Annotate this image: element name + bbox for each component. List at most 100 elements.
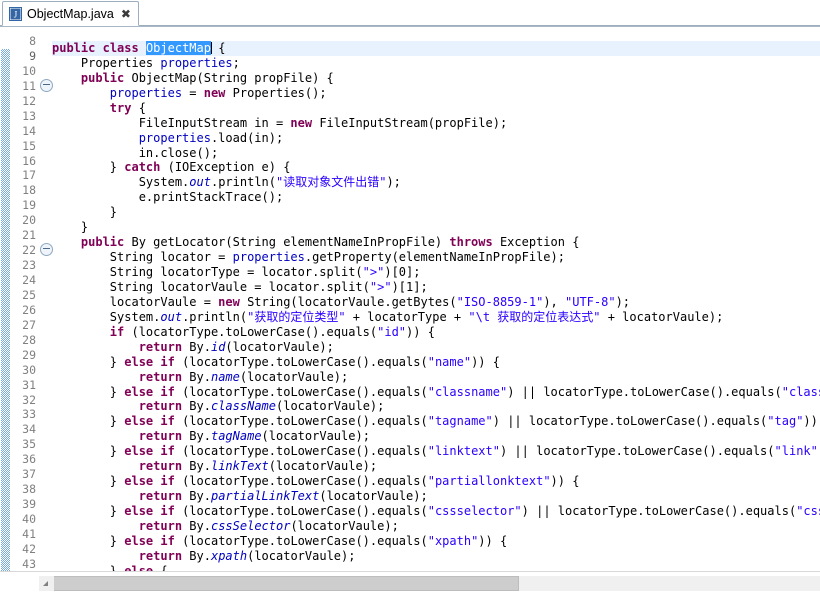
- editor-tab-label: ObjectMap.java: [27, 6, 114, 21]
- code-line[interactable]: String locatorType = locator.split(">")[…: [52, 265, 820, 280]
- code-token: By.: [182, 399, 211, 414]
- line-number: 24: [22, 273, 36, 287]
- line-number: 35: [22, 437, 36, 452]
- code-line[interactable]: } else if (locatorType.toLowerCase().equ…: [52, 414, 820, 429]
- code-line[interactable]: return By.linkText(locatorVaule);: [52, 459, 820, 474]
- line-number: 11: [22, 78, 36, 93]
- code-line[interactable]: [52, 27, 820, 41]
- code-line[interactable]: return By.className(locatorVaule);: [52, 399, 820, 414]
- code-token: )) {: [478, 533, 508, 548]
- fold-marker-empty: [40, 333, 52, 348]
- code-token: {: [210, 40, 226, 55]
- code-line[interactable]: System.out.println("读取对象文件出错");: [52, 175, 820, 190]
- code-line[interactable]: } catch (IOException e) {: [52, 160, 820, 175]
- code-line[interactable]: e.printStackTrace();: [52, 190, 820, 205]
- code-line[interactable]: return By.id(locatorVaule);: [52, 340, 820, 355]
- fold-collapse-icon[interactable]: [40, 243, 53, 258]
- line-number: 10: [22, 63, 36, 78]
- code-token: System.: [52, 175, 190, 190]
- horizontal-scrollbar[interactable]: [0, 571, 820, 596]
- code-token: new: [218, 294, 240, 309]
- code-line[interactable]: properties = new Properties();: [52, 86, 820, 101]
- fold-marker-empty: [40, 154, 52, 169]
- code-line[interactable]: } else if (locatorType.toLowerCase().equ…: [52, 385, 820, 400]
- code-line[interactable]: public By getLocator(String elementNameI…: [52, 235, 820, 250]
- code-line[interactable]: } else if (locatorType.toLowerCase().equ…: [52, 444, 820, 459]
- code-token: if: [109, 324, 125, 339]
- close-icon[interactable]: ✖: [119, 8, 131, 20]
- code-token: (locatorVaule);: [268, 459, 378, 474]
- scrollbar-thumb[interactable]: [39, 576, 519, 591]
- code-token: (locatorVaule);: [276, 399, 385, 414]
- code-text-area[interactable]: import java.io.FileInputStream; public c…: [52, 27, 820, 572]
- code-token: properties: [138, 130, 211, 145]
- line-number: 40: [22, 512, 36, 526]
- code-line[interactable]: if (locatorType.toLowerCase().equals("id…: [52, 325, 820, 340]
- java-source-editor[interactable]: 8 9 10 11 12 13 14 15 16 17 18 19 20 21 22 23 24 25 26 27 28…: [0, 27, 820, 596]
- fold-collapse-icon[interactable]: [40, 78, 53, 94]
- code-token: By.: [182, 548, 211, 563]
- code-token: else: [124, 533, 154, 548]
- code-line[interactable]: return By.xpath(locatorVaule);: [52, 549, 820, 564]
- line-number: 23: [22, 258, 36, 273]
- code-token: + locatorVaule);: [600, 309, 724, 324]
- line-number: 12: [22, 93, 36, 108]
- code-line[interactable]: public ObjectMap(String propFile) {: [52, 71, 820, 86]
- code-token: ">": [369, 279, 392, 294]
- code-token: ),: [543, 294, 565, 309]
- code-token: else: [124, 474, 154, 489]
- code-line[interactable]: }: [52, 220, 820, 235]
- code-token: properties: [160, 55, 233, 70]
- code-token: return: [138, 339, 183, 354]
- code-token: (locatorVaule);: [261, 429, 370, 444]
- code-line[interactable]: } else if (locatorType.toLowerCase().equ…: [52, 474, 820, 489]
- code-token: "class": [781, 384, 820, 399]
- code-line[interactable]: } else if (locatorType.toLowerCase().equ…: [52, 355, 820, 370]
- code-token: }: [52, 414, 125, 429]
- fold-marker-empty: [40, 213, 52, 228]
- code-line[interactable]: return By.name(locatorVaule);: [52, 370, 820, 385]
- code-line[interactable]: return By.tagName(locatorVaule);: [52, 429, 820, 444]
- code-token: "tagname": [427, 414, 493, 429]
- line-number: 17: [22, 168, 36, 183]
- change-bar: [1, 27, 10, 572]
- code-line[interactable]: String locatorVaule = locator.split(">")…: [52, 280, 820, 295]
- code-token: in.close();: [52, 145, 219, 160]
- code-line[interactable]: }: [52, 205, 820, 220]
- code-token: "xpath": [427, 533, 479, 548]
- line-number: 34: [22, 422, 36, 437]
- code-token: );: [386, 175, 401, 190]
- code-line[interactable]: in.close();: [52, 146, 820, 161]
- code-token: }: [52, 160, 125, 175]
- change-bar-gap: [1, 27, 10, 49]
- code-line[interactable]: } else if (locatorType.toLowerCase().equ…: [52, 504, 820, 519]
- scrollbar-track[interactable]: [39, 576, 820, 591]
- code-line[interactable]: properties.load(in);: [52, 131, 820, 146]
- fold-marker-empty: [40, 139, 52, 154]
- code-token: By.: [182, 369, 211, 384]
- line-number: 39: [22, 497, 36, 512]
- code-line[interactable]: public class ObjectMap {: [52, 40, 820, 56]
- code-line[interactable]: FileInputStream in = new FileInputStream…: [52, 116, 820, 131]
- folding-ruler[interactable]: [40, 27, 53, 572]
- code-token: {: [131, 100, 146, 115]
- code-line[interactable]: Properties properties;: [52, 56, 820, 71]
- code-line[interactable]: String locator = properties.getProperty(…: [52, 250, 820, 265]
- code-token: (locatorVaule);: [247, 548, 356, 563]
- code-line[interactable]: try {: [52, 101, 820, 116]
- code-token: (locatorType.toLowerCase().equals(: [174, 533, 428, 548]
- code-token: (locatorType.toLowerCase().equals(: [174, 504, 428, 518]
- code-line[interactable]: System.out.println("获取的定位类型" + locatorTy…: [52, 310, 820, 325]
- editor-tab-objectmap-java[interactable]: J ObjectMap.java ✖: [2, 1, 139, 26]
- code-token: )) {: [406, 324, 435, 339]
- code-token: try: [109, 100, 132, 115]
- code-line[interactable]: return By.cssSelector(locatorVaule);: [52, 519, 820, 534]
- code-line[interactable]: return By.partialLinkText(locatorVaule);: [52, 489, 820, 504]
- code-token: "读取对象文件出错": [276, 175, 387, 190]
- scroll-left-arrow-icon[interactable]: [39, 576, 54, 591]
- code-line[interactable]: } else if (locatorType.toLowerCase().equ…: [52, 534, 820, 549]
- code-line[interactable]: locatorVaule = new String(locatorVaule.g…: [52, 295, 820, 310]
